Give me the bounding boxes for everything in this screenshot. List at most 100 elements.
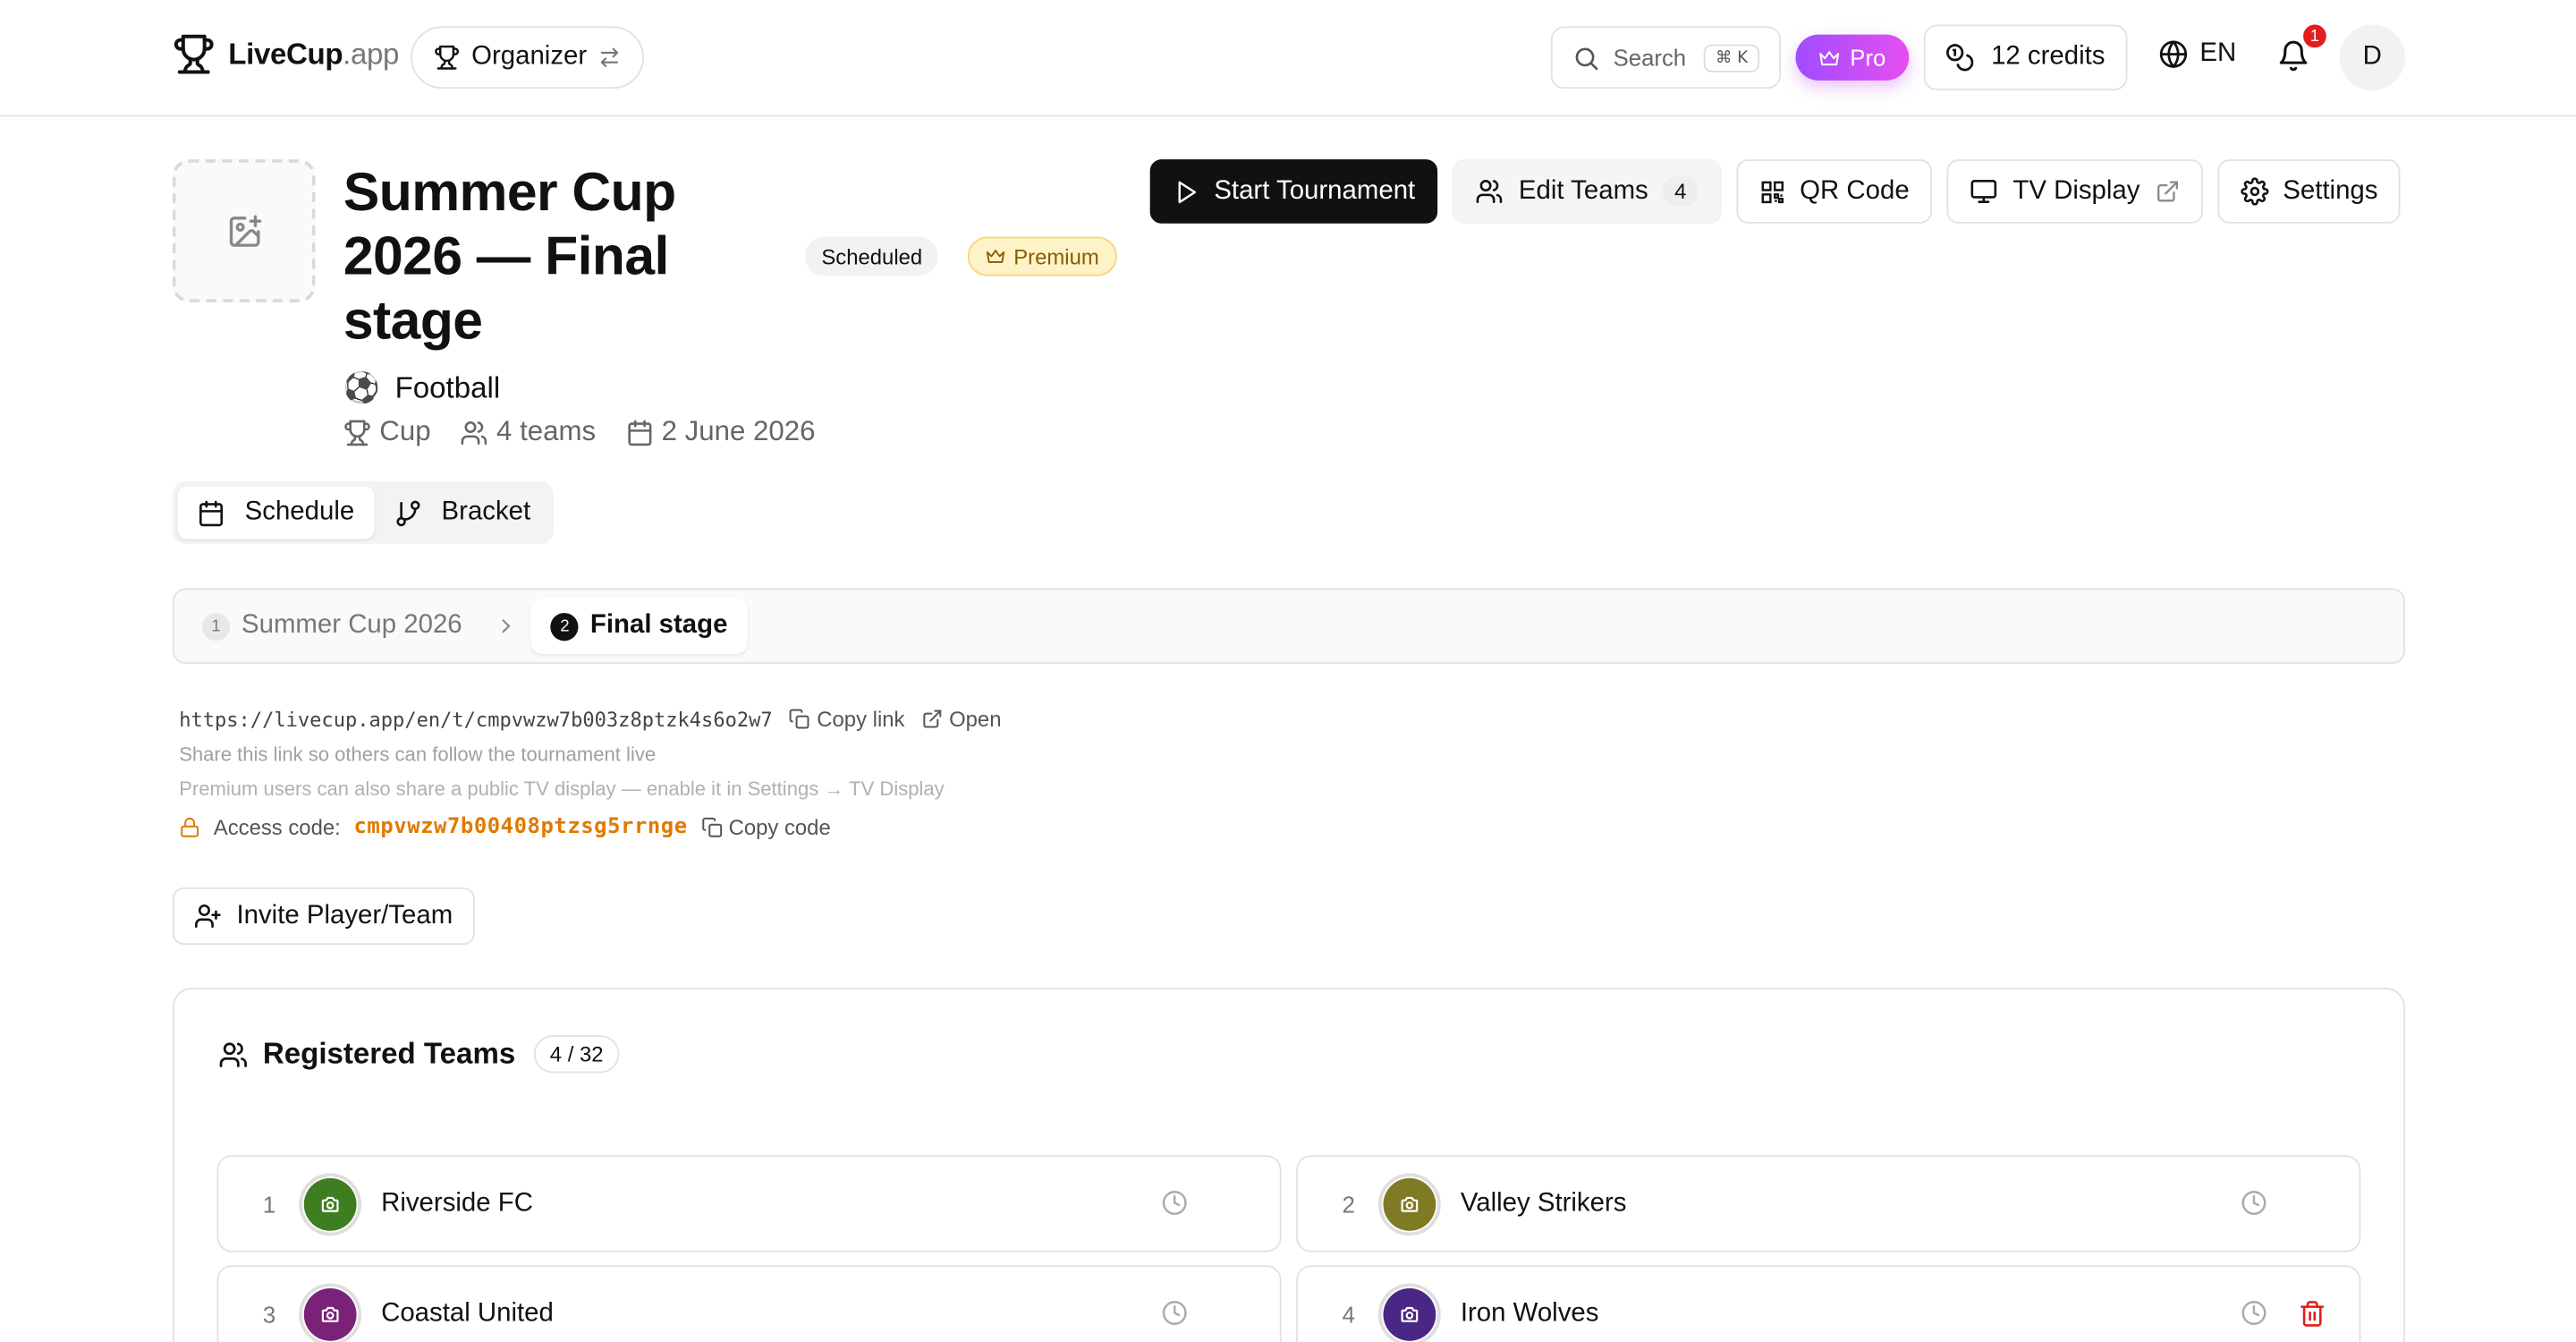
copy-code-label: Copy code xyxy=(728,815,831,840)
trash-icon[interactable] xyxy=(2299,1300,2326,1328)
tab-bracket-label: Bracket xyxy=(441,497,531,526)
clock-icon xyxy=(2241,1190,2267,1215)
user-plus-icon xyxy=(195,904,221,928)
team-row[interactable]: 1 Riverside FC xyxy=(216,1155,1282,1253)
qr-code-label: QR Code xyxy=(1800,176,1910,205)
credits-label: 12 credits xyxy=(1991,42,2106,71)
trophy-icon xyxy=(435,45,459,70)
share-section: https://livecup.app/en/t/cmpvwzw7b003z8p… xyxy=(179,707,1001,840)
qr-code-button[interactable]: QR Code xyxy=(1735,159,1933,224)
team-capacity-badge: 4 / 32 xyxy=(533,1035,620,1074)
copy-icon xyxy=(701,817,722,837)
team-number: 4 xyxy=(1342,1300,1355,1328)
brand-name: LiveCup.app xyxy=(228,37,400,71)
notification-badge: 1 xyxy=(2300,21,2330,51)
search-button[interactable]: Search ⌘ K xyxy=(1550,26,1781,89)
teams-meta: 4 teams xyxy=(461,416,596,449)
gear-icon xyxy=(2240,177,2268,206)
stage-label: Summer Cup 2026 xyxy=(241,611,462,640)
team-logo[interactable] xyxy=(1377,1282,1441,1342)
team-name: Riverside FC xyxy=(381,1188,533,1218)
status-badge: Scheduled xyxy=(804,236,939,276)
tournament-image-upload[interactable] xyxy=(172,159,316,302)
team-row[interactable]: 2 Valley Strikers xyxy=(1296,1155,2361,1253)
access-code-label: Access code: xyxy=(213,815,341,840)
access-code-value[interactable]: cmpvwzw7b00408ptzsg5rrnge xyxy=(353,815,687,840)
role-label: Organizer xyxy=(471,42,588,71)
registered-teams-title: Registered Teams xyxy=(262,1036,516,1070)
camera-icon xyxy=(321,1195,339,1211)
crown-icon xyxy=(986,250,1005,263)
open-link-label: Open xyxy=(949,706,1002,732)
camera-icon xyxy=(1401,1195,1419,1211)
share-url-row: https://livecup.app/en/t/cmpvwzw7b003z8p… xyxy=(179,707,1001,732)
start-tournament-button[interactable]: Start Tournament xyxy=(1149,159,1438,224)
trophy-icon xyxy=(344,419,370,446)
team-number: 2 xyxy=(1342,1190,1355,1218)
users-icon xyxy=(219,1041,247,1067)
copy-link-button[interactable]: Copy link xyxy=(789,707,904,731)
clock-icon xyxy=(1162,1190,1187,1215)
stage-breadcrumb: 1 Summer Cup 2026 2 Final stage xyxy=(172,588,2405,665)
pro-button[interactable]: Pro xyxy=(1795,34,1910,81)
team-number: 3 xyxy=(262,1300,276,1328)
globe-icon xyxy=(2159,40,2188,69)
stage-item-1[interactable]: 1 Summer Cup 2026 xyxy=(201,599,482,654)
stage-number: 2 xyxy=(550,612,580,641)
team-name: Iron Wolves xyxy=(1460,1298,1599,1328)
start-tournament-label: Start Tournament xyxy=(1214,176,1416,205)
team-logo[interactable] xyxy=(1377,1172,1441,1236)
tab-schedule[interactable]: Schedule xyxy=(177,486,375,539)
camera-icon xyxy=(321,1305,339,1321)
team-logo[interactable] xyxy=(299,1282,362,1342)
settings-button[interactable]: Settings xyxy=(2216,159,2402,224)
team-logo-fill xyxy=(1383,1287,1436,1340)
external-link-icon xyxy=(2157,181,2178,202)
camera-icon xyxy=(1401,1305,1419,1321)
tournament-actions: Start Tournament Edit Teams 4 QR Code TV… xyxy=(1149,159,2402,224)
registered-teams-card: Registered Teams 4 / 32 1 Riverside FC 2… xyxy=(172,987,2405,1342)
teams-count-label: 4 teams xyxy=(496,415,597,447)
tab-bracket[interactable]: Bracket xyxy=(374,487,550,539)
git-branch-icon xyxy=(395,499,419,526)
search-shortcut: ⌘ K xyxy=(1704,43,1760,72)
external-link-icon xyxy=(922,709,941,728)
open-link-button[interactable]: Open xyxy=(921,706,1002,732)
credits-button[interactable]: 12 credits xyxy=(1923,24,2128,91)
stage-item-2[interactable]: 2 Final stage xyxy=(530,598,748,655)
football-icon: ⚽ xyxy=(343,371,381,406)
team-row[interactable]: 3 Coastal United xyxy=(216,1265,1282,1342)
calendar-icon xyxy=(199,499,224,526)
sport-label: Football xyxy=(394,371,501,404)
copy-code-button[interactable]: Copy code xyxy=(700,815,831,840)
crown-icon xyxy=(1819,50,1840,65)
clock-icon xyxy=(2241,1301,2267,1325)
brand-logo[interactable]: LiveCup.app xyxy=(173,33,399,76)
top-bar: LiveCup.app Organizer Search ⌘ K Pro 12 … xyxy=(0,0,2576,117)
swap-icon xyxy=(601,47,619,67)
language-label: EN xyxy=(2199,39,2237,68)
premium-badge: Premium xyxy=(967,236,1117,276)
team-name: Coastal United xyxy=(381,1298,554,1328)
team-row[interactable]: 4 Iron Wolves xyxy=(1296,1265,2361,1342)
edit-teams-button[interactable]: Edit Teams 4 xyxy=(1453,159,1722,224)
tv-display-button[interactable]: TV Display xyxy=(1946,159,2203,224)
share-hint: Share this link so others can follow the… xyxy=(179,743,657,766)
language-switcher[interactable]: EN xyxy=(2158,39,2236,69)
format-meta: Cup xyxy=(343,416,431,449)
premium-label: Premium xyxy=(1013,243,1099,269)
share-url[interactable]: https://livecup.app/en/t/cmpvwzw7b003z8p… xyxy=(179,708,772,731)
invite-player-button[interactable]: Invite Player/Team xyxy=(172,887,475,946)
user-avatar[interactable]: D xyxy=(2339,24,2405,91)
users-icon xyxy=(1477,179,1504,203)
date-label: 2 June 2026 xyxy=(661,415,816,447)
calendar-icon xyxy=(627,419,651,446)
team-logo[interactable] xyxy=(299,1172,362,1236)
qr-code-icon xyxy=(1760,180,1784,203)
format-label: Cup xyxy=(379,415,431,447)
search-icon xyxy=(1575,47,1598,70)
monitor-icon xyxy=(1970,179,1997,203)
invite-label: Invite Player/Team xyxy=(236,901,453,930)
team-logo-fill xyxy=(1383,1176,1436,1230)
role-switch-button[interactable]: Organizer xyxy=(411,26,645,89)
